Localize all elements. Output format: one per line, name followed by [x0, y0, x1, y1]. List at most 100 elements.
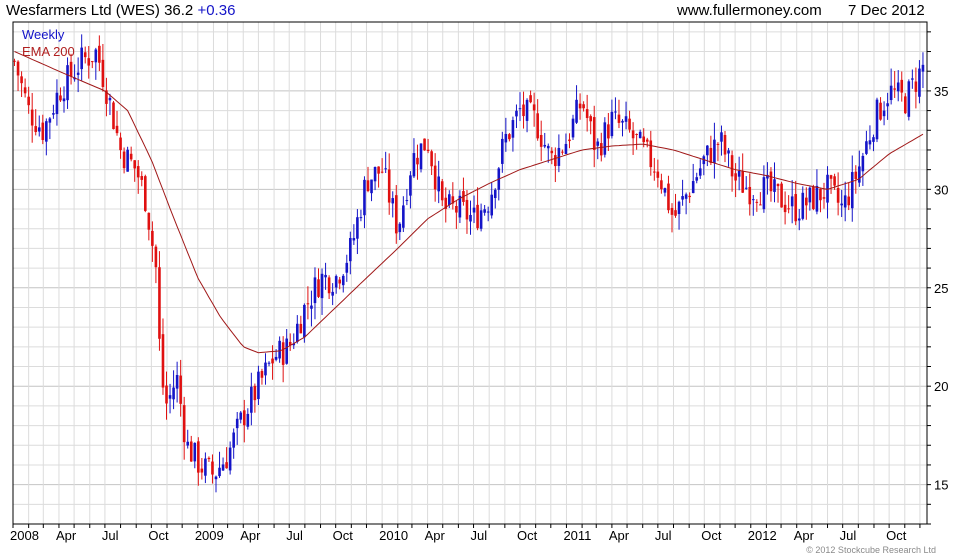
candle-body [66, 65, 69, 101]
candle [458, 190, 462, 224]
candle-body [748, 186, 752, 205]
candle-body [515, 110, 518, 117]
candle [585, 94, 589, 132]
candle-body [144, 176, 147, 211]
candle-body [228, 447, 232, 471]
candle [455, 200, 458, 229]
candle [126, 146, 129, 172]
candle [451, 182, 455, 210]
candle-body [812, 186, 815, 210]
candle [518, 92, 522, 122]
candle-body [225, 462, 228, 469]
candle-body [129, 153, 133, 160]
candle-body [797, 218, 801, 221]
candle-body [165, 385, 168, 404]
candle [695, 172, 699, 184]
candle-body [437, 176, 440, 192]
candle-body [787, 208, 790, 210]
candle [706, 145, 709, 167]
candle-body [893, 88, 896, 90]
candle-body [384, 168, 387, 170]
candle-body [691, 181, 695, 194]
candle [363, 176, 366, 229]
candle-body [260, 370, 264, 378]
candle [419, 143, 423, 173]
candle [681, 179, 684, 206]
candle [20, 71, 23, 98]
candle-body [409, 175, 412, 196]
candle-body [599, 143, 603, 156]
candle [755, 199, 759, 212]
candle [582, 101, 585, 112]
chart-title-text: Wesfarmers Ltd (WES) 36.2 [6, 2, 194, 19]
candle [868, 125, 872, 150]
x-axis: 2008 Apr Jul Oct 2009 Apr Jul Oct 2010 Apr Jul Oct 2… [10, 524, 921, 543]
candle-body [433, 165, 437, 190]
candle-body [546, 145, 550, 149]
candle-body [204, 458, 207, 476]
candle-body [370, 179, 373, 194]
candle [914, 67, 918, 109]
candle-body [808, 187, 812, 203]
candle [592, 105, 596, 168]
candle [129, 146, 133, 162]
candle [168, 383, 172, 414]
candle-body [80, 47, 83, 70]
legend-ema: EMA 200 [22, 44, 75, 59]
candle [744, 176, 748, 190]
candle-body [889, 85, 893, 101]
candle-body [387, 169, 391, 203]
x-tick-label: Apr [56, 528, 77, 543]
candle [667, 175, 670, 214]
candle [769, 167, 773, 202]
candle [497, 167, 501, 201]
y-tick-label: 30 [934, 182, 948, 197]
candle [691, 163, 695, 194]
candle-body [366, 180, 370, 192]
candle [628, 110, 631, 133]
candle-body [561, 151, 564, 153]
candle-body [621, 120, 624, 123]
candle [596, 138, 600, 160]
chart-header: Wesfarmers Ltd (WES) 36.2 +0.36 www.full… [0, 0, 980, 22]
chart-date: 7 Dec 2012 [848, 2, 925, 19]
candle-body [667, 183, 670, 211]
candle [865, 130, 868, 156]
candle-body [327, 277, 331, 294]
candle [607, 112, 610, 151]
candle-body [568, 139, 571, 142]
candle-body [681, 196, 684, 200]
candle-body [41, 122, 45, 140]
x-tick-label: 2011 [563, 528, 591, 543]
candle [119, 132, 122, 159]
candle [879, 97, 882, 121]
candle [610, 99, 614, 139]
candle-body [776, 183, 780, 187]
candle-body [617, 114, 621, 123]
copyright-credit: © 2012 Stockcube Research Ltd [806, 545, 936, 555]
candle-body [264, 362, 267, 376]
candle [366, 166, 370, 193]
candle [554, 147, 557, 183]
candle-body [638, 131, 642, 139]
candle-body [52, 113, 55, 115]
candle-body [911, 78, 914, 80]
chart-title: Wesfarmers Ltd (WES) 36.2 +0.36 [6, 2, 235, 19]
candle [154, 244, 158, 284]
candle-body [589, 116, 592, 122]
candle [759, 192, 762, 206]
candle-body [737, 170, 741, 177]
candle [465, 190, 469, 234]
candle-body [405, 200, 409, 202]
candle [660, 173, 663, 194]
candle-body [83, 52, 87, 58]
candle-body [663, 188, 667, 193]
candle [391, 191, 395, 218]
candle-body [331, 291, 334, 296]
candle [158, 251, 161, 351]
candle [808, 186, 812, 211]
candle-body [709, 147, 713, 163]
candle [638, 129, 642, 139]
candle-body [628, 118, 631, 130]
candle [94, 47, 98, 80]
